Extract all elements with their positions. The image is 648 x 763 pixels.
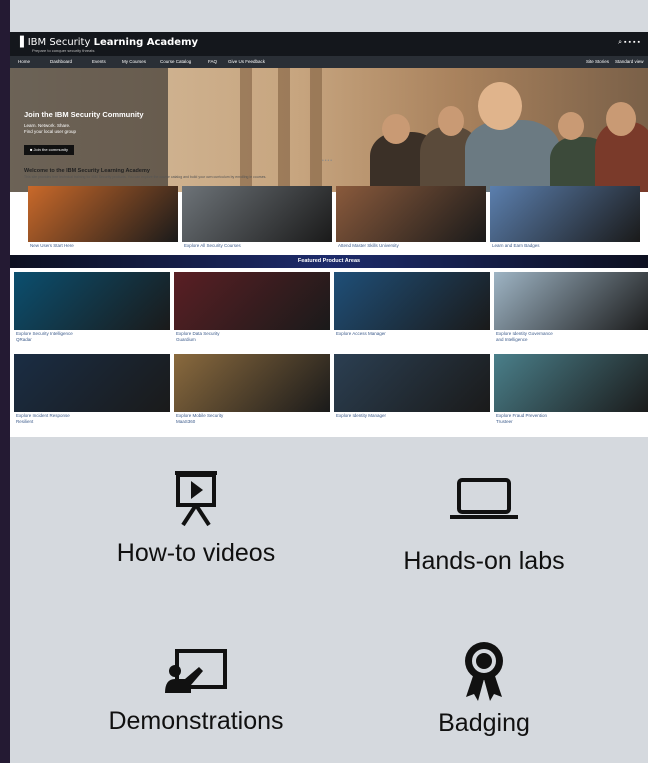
tile-subcaption: QRadar: [16, 337, 32, 342]
portal-screenshot: ▌IBM Security Learning Academy Prepare t…: [10, 32, 648, 437]
tile-caption: Explore Access Manager: [336, 331, 386, 336]
hero-beam: [310, 68, 322, 192]
feature-label: Demonstrations: [108, 707, 284, 735]
hero-beam: [240, 68, 252, 192]
tile-image: [494, 354, 648, 412]
product-tile[interactable]: Explore Security Intelligence QRadar: [14, 272, 170, 350]
hero-head: [478, 82, 522, 130]
tile-image: [14, 272, 170, 330]
featured-product-areas-header: Featured Product Areas: [10, 255, 648, 268]
tile-subcaption: Trusteer: [496, 419, 513, 424]
tile-image: [490, 186, 640, 242]
course-tile[interactable]: Learn and Earn Badges: [490, 186, 640, 252]
join-community-button[interactable]: ■ Join the community: [24, 145, 74, 155]
hero-subtitle: Learn. Network. Share. Find your local u…: [24, 123, 76, 135]
brand-tagline: Prepare to conquer security threats: [32, 48, 95, 53]
social-icons[interactable]: ⌕▪▪▪▪: [618, 39, 642, 47]
presentation-video-icon: [175, 471, 217, 527]
product-tile[interactable]: Explore Access Manager: [334, 272, 490, 350]
nav-item-faq[interactable]: FAQ: [208, 59, 217, 64]
masthead: ▌IBM Security Learning Academy Prepare t…: [10, 32, 648, 56]
tile-caption: New Users Start Here: [30, 243, 74, 248]
tile-image: [494, 272, 648, 330]
hero-beam: [278, 68, 290, 192]
feature-label: Hands-on labs: [403, 547, 565, 575]
tile-caption: Explore Identity Manager: [336, 413, 387, 418]
hero-head: [382, 114, 410, 144]
product-tile[interactable]: Explore Data Security Guardium: [174, 272, 330, 350]
main-nav: Home Dashboard Events My Courses Course …: [10, 56, 648, 68]
nav-item-site-stories[interactable]: Site Stories: [586, 59, 609, 64]
tile-caption: Explore Security Intelligence: [16, 331, 73, 336]
feature-hands-on-labs: Hands-on labs: [354, 477, 614, 576]
left-edge-strip: [0, 0, 10, 763]
hero-head: [438, 106, 464, 136]
nav-item-dashboard[interactable]: Dashboard: [50, 59, 72, 64]
tile-subcaption: Resilient: [16, 419, 34, 424]
tile-image: [174, 272, 330, 330]
feature-label: Badging: [438, 709, 530, 737]
tile-caption: Explore Data Security: [176, 331, 220, 336]
brand-logo[interactable]: ▌IBM Security Learning Academy: [20, 37, 198, 48]
course-tile[interactable]: New Users Start Here: [28, 186, 178, 252]
course-tile[interactable]: Attend Master Skills University: [336, 186, 486, 252]
tile-image: [28, 186, 178, 242]
course-tile[interactable]: Explore All Security Courses: [182, 186, 332, 252]
feature-demonstrations: Demonstrations: [66, 647, 326, 736]
tile-subcaption: Guardium: [176, 337, 196, 342]
tile-caption: Explore Incident Response: [16, 413, 70, 418]
features-panel: How-to videos Hands-on labs Demonstratio…: [10, 437, 648, 763]
hero-title: Join the IBM Security Community: [24, 110, 144, 119]
tile-image: [334, 272, 490, 330]
nav-item-course-catalog[interactable]: Course Catalog: [160, 59, 191, 64]
tile-image: [334, 354, 490, 412]
tile-subcaption: and Intelligence: [496, 337, 528, 342]
product-tile[interactable]: Explore Incident Response Resilient: [14, 354, 170, 432]
product-tile[interactable]: Explore Mobile Security MaaS360: [174, 354, 330, 432]
feature-label: How-to videos: [116, 539, 276, 567]
tile-caption: Explore Identity Governance: [496, 331, 553, 336]
hero-line: Find your local user group: [24, 129, 77, 134]
nav-item-my-courses[interactable]: My Courses: [122, 59, 146, 64]
tile-caption: Learn and Earn Badges: [492, 243, 540, 248]
laptop-icon: [450, 478, 518, 519]
tile-image: [174, 354, 330, 412]
product-tile[interactable]: Explore Fraud Prevention Trusteer: [494, 354, 648, 432]
badge-ribbon-icon: [465, 642, 503, 701]
nav-item-home[interactable]: Home: [18, 59, 30, 64]
tile-subcaption: MaaS360: [176, 419, 196, 424]
welcome-title: Welcome to the IBM Security Learning Aca…: [24, 168, 150, 174]
top-band: [10, 0, 648, 32]
tile-image: [336, 186, 486, 242]
product-tile[interactable]: Explore Identity Manager: [334, 354, 490, 432]
carousel-dots[interactable]: ••••: [322, 158, 333, 164]
tile-caption: Explore Fraud Prevention: [496, 413, 548, 418]
feature-badging: Badging: [354, 639, 614, 738]
hero-head: [558, 112, 584, 140]
presenter-icon: [165, 649, 227, 693]
tile-caption: Explore Mobile Security: [176, 413, 224, 418]
hero-head: [606, 102, 636, 136]
hero-person: [465, 120, 560, 192]
tile-image: [182, 186, 332, 242]
product-tile[interactable]: Explore Identity Governance and Intellige…: [494, 272, 648, 350]
nav-item-standard-view[interactable]: Standard view: [615, 59, 644, 64]
nav-item-feedback[interactable]: Give Us Feedback: [228, 59, 265, 64]
tile-caption: Attend Master Skills University: [338, 243, 399, 248]
nav-item-events[interactable]: Events: [92, 59, 106, 64]
welcome-description: This site provides free technical traini…: [24, 175, 267, 179]
feature-how-to-videos: How-to videos: [66, 469, 326, 568]
tile-caption: Explore All Security Courses: [184, 243, 241, 248]
tile-image: [14, 354, 170, 412]
